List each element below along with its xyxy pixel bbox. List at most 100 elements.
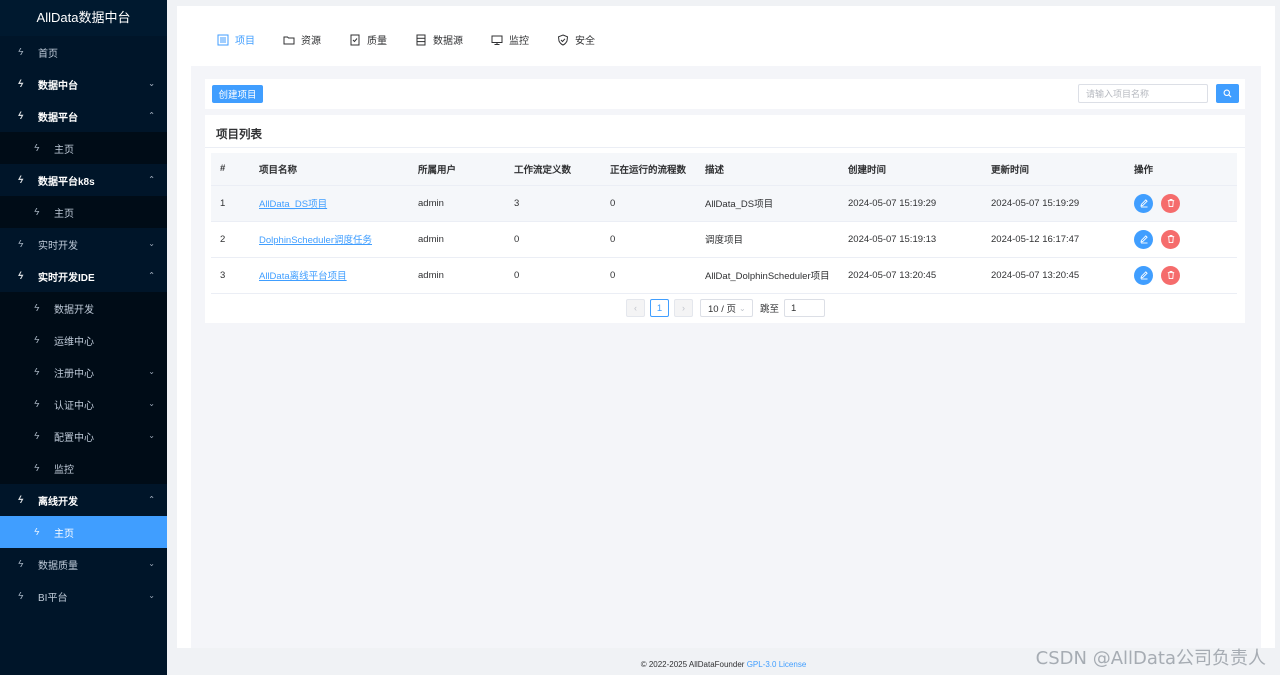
- tab-datasource[interactable]: 数据源: [415, 32, 463, 47]
- chevron-down-icon: ⌄: [148, 559, 155, 568]
- sidebar-item[interactable]: ϟ 认证中心 ⌄: [0, 388, 167, 420]
- chevron-down-icon: ⌄: [148, 239, 155, 248]
- trash-icon: [1167, 271, 1174, 280]
- sidebar-item[interactable]: ϟ 数据平台 ⌃: [0, 100, 167, 132]
- sidebar-item-label: 数据平台k8s: [38, 176, 95, 188]
- cell-created: 2024-05-07 15:19:13: [839, 221, 982, 258]
- table-body: 1 AllData_DS项目 admin 3 0 AllData_DS项目 2024-05-…: [211, 185, 1237, 294]
- sidebar-item[interactable]: ϟ 主页: [0, 516, 167, 548]
- jump-page-input[interactable]: [784, 299, 826, 317]
- database-icon: [416, 34, 426, 45]
- edit-button[interactable]: [1134, 265, 1153, 285]
- chevron-down-icon: ⌄: [148, 431, 155, 440]
- toolbar: 创建项目: [205, 79, 1245, 109]
- tab-resource[interactable]: 资源: [283, 32, 321, 47]
- column-header: 更新时间: [982, 153, 1125, 186]
- cell-running: 0: [601, 185, 696, 222]
- table-row: 1 AllData_DS项目 admin 3 0 AllData_DS项目 2024-05-…: [211, 185, 1237, 222]
- cell-user: admin: [409, 257, 505, 294]
- project-name-link[interactable]: DolphinScheduler调度任务: [259, 235, 372, 246]
- sidebar-item[interactable]: ϟ 配置中心 ⌄: [0, 420, 167, 452]
- sidebar-item-label: 运维中心: [54, 336, 94, 348]
- sidebar-item[interactable]: ϟ 主页: [0, 196, 167, 228]
- bolt-icon: ϟ: [18, 238, 24, 250]
- cell-index: 1: [211, 185, 250, 222]
- cell-user: admin: [409, 185, 505, 222]
- bolt-icon: ϟ: [34, 334, 40, 346]
- sidebar-item[interactable]: ϟ 数据质量 ⌄: [0, 548, 167, 580]
- project-name-link[interactable]: AllData_DS项目: [259, 199, 327, 210]
- bolt-icon: ϟ: [18, 558, 24, 570]
- project-list-panel: 项目列表 # 项目名称 所属用户 工作流定义数 正在运行的流程数 描述 创建时间…: [205, 115, 1245, 323]
- edit-icon: [1139, 235, 1148, 244]
- sidebar-item-label: 主页: [54, 208, 74, 220]
- column-header: 工作流定义数: [505, 153, 601, 186]
- edit-button[interactable]: [1134, 193, 1153, 213]
- sidebar-item-label: 实时开发IDE: [38, 272, 95, 284]
- bolt-icon: ϟ: [18, 174, 24, 186]
- sidebar-item[interactable]: ϟ 实时开发 ⌄: [0, 228, 167, 260]
- edit-button[interactable]: [1134, 229, 1153, 249]
- delete-button[interactable]: [1161, 229, 1180, 249]
- sidebar-item[interactable]: ϟ 离线开发 ⌃: [0, 484, 167, 516]
- top-nav: 项目 资源 质量 数据源 监控 安全: [217, 32, 595, 47]
- chevron-up-icon: ⌃: [148, 495, 155, 504]
- cell-running: 0: [601, 221, 696, 258]
- sidebar-item[interactable]: ϟ 注册中心 ⌄: [0, 356, 167, 388]
- document-check-icon: [350, 34, 360, 45]
- next-page-button[interactable]: ›: [674, 299, 693, 317]
- bolt-icon: ϟ: [34, 462, 40, 474]
- tab-monitor[interactable]: 监控: [491, 32, 529, 47]
- tab-quality[interactable]: 质量: [349, 32, 387, 47]
- create-project-button[interactable]: 创建项目: [212, 85, 263, 103]
- chevron-down-icon: ⌄: [148, 591, 155, 600]
- cell-workflow-defs: 0: [505, 221, 601, 258]
- sidebar-item[interactable]: ϟ 数据开发: [0, 292, 167, 324]
- cell-name: DolphinScheduler调度任务: [250, 221, 409, 258]
- sidebar-item[interactable]: ϟ 数据平台k8s ⌃: [0, 164, 167, 196]
- page-size-select[interactable]: 10 / 页 ⌄: [700, 299, 753, 317]
- cell-name: AllData_DS项目: [250, 185, 409, 222]
- bolt-icon: ϟ: [18, 270, 24, 282]
- page-number-current[interactable]: 1: [650, 299, 669, 317]
- sidebar-item[interactable]: ϟ 运维中心: [0, 324, 167, 356]
- sidebar-item[interactable]: ϟ BI平台 ⌄: [0, 580, 167, 612]
- tab-monitor-label: 监控: [509, 36, 529, 47]
- cell-created: 2024-05-07 13:20:45: [839, 257, 982, 294]
- edit-icon: [1139, 271, 1148, 280]
- sidebar-item-label: 配置中心: [54, 432, 94, 444]
- tab-security[interactable]: 安全: [557, 32, 595, 47]
- cell-created: 2024-05-07 15:19:29: [839, 185, 982, 222]
- bolt-icon: ϟ: [34, 366, 40, 378]
- tab-project[interactable]: 项目: [217, 32, 255, 47]
- trash-icon: [1167, 199, 1174, 208]
- project-name-link[interactable]: AllData离线平台项目: [259, 271, 347, 282]
- sidebar-item-label: 首页: [38, 48, 58, 60]
- sidebar-item[interactable]: ϟ 首页: [0, 36, 167, 68]
- sidebar-item[interactable]: ϟ 主页: [0, 132, 167, 164]
- sidebar-item[interactable]: ϟ 监控: [0, 452, 167, 484]
- prev-page-button[interactable]: ‹: [626, 299, 645, 317]
- column-header: 操作: [1125, 153, 1237, 186]
- tab-project-label: 项目: [235, 36, 255, 47]
- bolt-icon: ϟ: [18, 110, 24, 122]
- cell-name: AllData离线平台项目: [250, 257, 409, 294]
- license-link[interactable]: GPL-3.0 License: [747, 660, 807, 669]
- project-search-input[interactable]: [1078, 84, 1208, 103]
- delete-button[interactable]: [1161, 193, 1180, 213]
- sidebar-item[interactable]: ϟ 数据中台 ⌄: [0, 68, 167, 100]
- cell-index: 3: [211, 257, 250, 294]
- sidebar-item-label: 实时开发: [38, 240, 78, 252]
- chevron-down-icon: ⌄: [739, 303, 746, 313]
- main-card: 项目 资源 质量 数据源 监控 安全 创建项目 请输入项目名称 项目列表 # 项…: [177, 6, 1275, 648]
- sidebar-item[interactable]: ϟ 实时开发IDE ⌃: [0, 260, 167, 292]
- trash-icon: [1167, 235, 1174, 244]
- search-button[interactable]: [1216, 84, 1239, 103]
- bolt-icon: ϟ: [34, 302, 40, 314]
- cell-actions: [1125, 221, 1237, 258]
- table-row: 2 DolphinScheduler调度任务 admin 0 0 调度项目 2024-05-…: [211, 221, 1237, 258]
- sidebar-item-label: BI平台: [38, 592, 68, 604]
- delete-button[interactable]: [1161, 265, 1180, 285]
- cell-updated: 2024-05-07 13:20:45: [982, 257, 1125, 294]
- table-header-row: # 项目名称 所属用户 工作流定义数 正在运行的流程数 描述 创建时间 更新时间…: [211, 153, 1237, 186]
